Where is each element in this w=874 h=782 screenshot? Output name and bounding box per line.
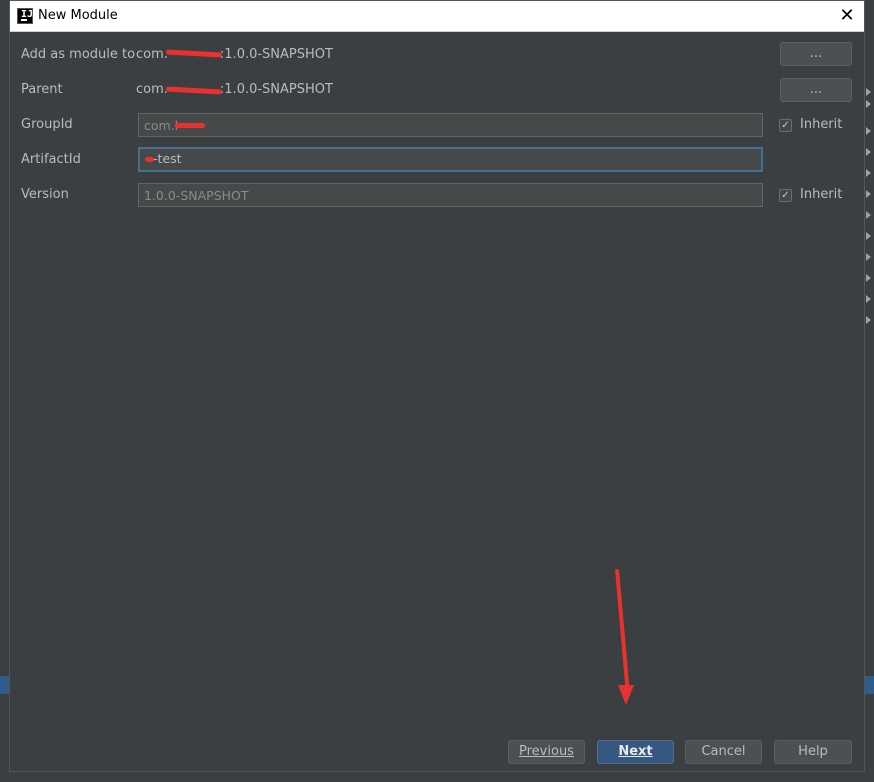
checkmark-icon: ✓	[779, 119, 792, 132]
artifactid-value: -test	[153, 151, 182, 166]
help-button[interactable]: Help	[774, 740, 852, 764]
next-button[interactable]: Next	[597, 740, 674, 764]
redaction-mark	[175, 123, 205, 128]
cancel-button[interactable]: Cancel	[685, 740, 762, 764]
parent-value-suffix: :1.0.0-SNAPSHOT	[219, 82, 333, 97]
expand-arrow-icon	[866, 169, 871, 177]
version-field[interactable]	[138, 183, 763, 207]
expand-arrow-icon	[866, 127, 871, 135]
expand-arrow-icon	[866, 274, 871, 282]
expand-arrow-icon	[866, 88, 871, 96]
expand-arrow-icon	[866, 100, 871, 108]
intellij-icon: IJ	[17, 8, 33, 24]
add-as-module-value: com. :1.0.0-SNAPSHOT	[136, 47, 333, 62]
dialog-title: New Module	[38, 8, 118, 23]
add-as-module-label: Add as module to	[21, 47, 136, 62]
version-label: Version	[21, 187, 69, 202]
expand-arrow-icon	[866, 190, 871, 198]
expand-arrow-icon	[866, 232, 871, 240]
parent-label: Parent	[21, 82, 63, 97]
version-inherit-label: Inherit	[800, 187, 843, 202]
groupid-inherit-label: Inherit	[800, 117, 843, 132]
groupid-label: GroupId	[21, 117, 73, 132]
add-as-module-value-suffix: :1.0.0-SNAPSHOT	[219, 47, 333, 62]
close-icon[interactable]: ✕	[836, 5, 858, 27]
expand-arrow-icon	[866, 316, 871, 324]
annotation-arrow-shaft	[615, 568, 630, 689]
artifactid-field[interactable]: -test	[138, 147, 763, 172]
parent-value-prefix: com.	[136, 82, 168, 97]
parent-browse-button[interactable]: ...	[780, 78, 852, 102]
expand-arrow-icon	[866, 253, 871, 261]
previous-button[interactable]: Previous	[508, 740, 585, 764]
add-as-module-browse-button[interactable]: ...	[780, 42, 852, 66]
artifactid-label: ArtifactId	[21, 152, 81, 167]
ide-status-strip	[865, 676, 874, 694]
expand-arrow-icon	[866, 148, 871, 156]
dialog-titlebar: IJ New Module ✕	[10, 1, 864, 32]
expand-arrow-icon	[866, 211, 871, 219]
expand-arrow-icon	[866, 295, 871, 303]
groupid-field[interactable]	[138, 113, 763, 137]
previous-button-label: Previous	[519, 744, 574, 759]
add-as-module-value-prefix: com.	[136, 47, 168, 62]
redaction-mark	[145, 157, 154, 162]
new-module-dialog: IJ New Module ✕ Add as module to com. :1.…	[9, 0, 865, 772]
ide-right-gutter	[865, 30, 874, 782]
next-button-label: Next	[618, 744, 653, 759]
checkmark-icon: ✓	[779, 189, 792, 202]
annotation-arrow-head	[618, 685, 634, 705]
